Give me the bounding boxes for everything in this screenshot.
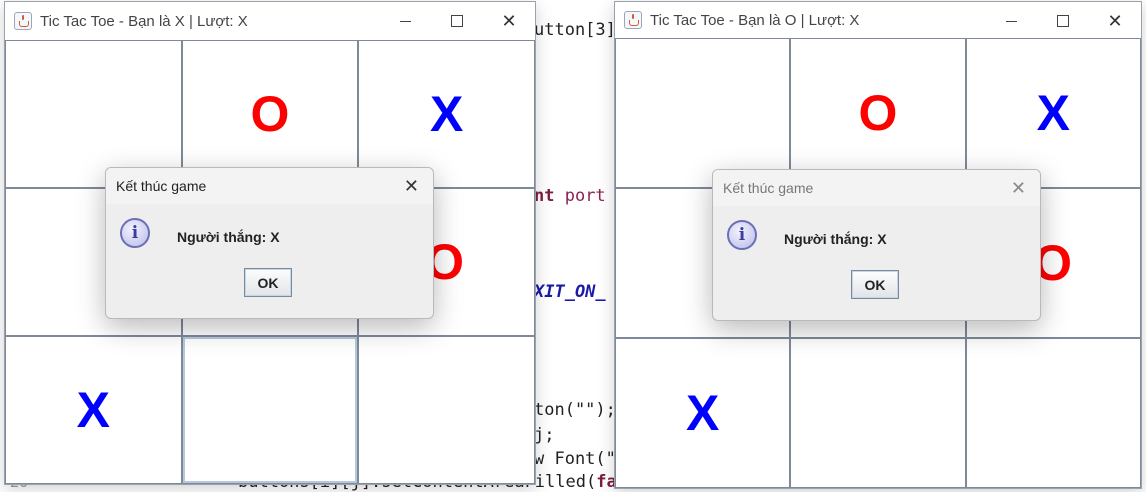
board-cell[interactable] (790, 338, 966, 488)
cell-mark: X (685, 385, 720, 441)
dialog-title: Kết thúc game (723, 180, 814, 196)
java-icon (14, 12, 32, 30)
board-cell[interactable]: X (965, 38, 1141, 188)
ok-button[interactable]: OK (244, 268, 292, 297)
information-icon: i (120, 218, 150, 248)
close-icon: ✕ (403, 176, 419, 197)
ok-button-label: OK (864, 276, 886, 293)
cell-mark: O (250, 86, 290, 142)
close-button[interactable]: ✕ (1089, 2, 1141, 40)
minimize-button[interactable] (985, 2, 1037, 40)
close-icon: ✕ (501, 10, 517, 32)
cell-mark: X (429, 86, 464, 142)
cell-mark: O (858, 85, 898, 141)
window-title: Tic Tac Toe - Bạn là O | Lượt: X (650, 11, 860, 29)
ok-button[interactable]: OK (851, 270, 899, 299)
ok-button-label: OK (257, 274, 279, 291)
code-line: utton[3] (534, 20, 616, 40)
minimize-icon (1005, 20, 1017, 22)
maximize-button[interactable] (431, 2, 483, 40)
dialog-titlebar[interactable]: Kết thúc game ✕ (713, 170, 1040, 206)
code-line: XIT_ON_ (534, 282, 606, 302)
board-cell[interactable]: X (5, 336, 182, 484)
winner-message: Người thắng: X (784, 231, 887, 247)
close-icon: ✕ (1010, 178, 1026, 199)
maximize-button[interactable] (1037, 2, 1089, 40)
maximize-icon (1057, 15, 1069, 27)
board-cell[interactable] (615, 38, 791, 188)
minimize-icon (399, 20, 411, 22)
maximize-icon (451, 15, 463, 27)
dialog-close-button[interactable]: ✕ (1011, 178, 1026, 199)
board-cell[interactable] (181, 336, 359, 484)
winner-message: Người thắng: X (177, 229, 280, 245)
java-icon (624, 11, 642, 29)
code-line: w Font(" (534, 449, 616, 469)
code-line: nt port (534, 186, 606, 206)
information-icon: i (727, 220, 757, 250)
cell-mark: X (76, 382, 110, 438)
dialog-titlebar[interactable]: Kết thúc game ✕ (106, 168, 433, 204)
game-over-dialog: Kết thúc game ✕ i Người thắng: X OK (105, 167, 434, 319)
window-titlebar[interactable]: Tic Tac Toe - Bạn là O | Lượt: X ✕ (615, 2, 1141, 38)
board-cell[interactable] (358, 336, 535, 484)
board-cell[interactable]: X (358, 40, 535, 188)
code-line: j; (534, 425, 555, 445)
window-titlebar[interactable]: Tic Tac Toe - Bạn là X | Lượt: X ✕ (5, 2, 535, 40)
board-cell[interactable] (965, 338, 1141, 488)
board-cell[interactable]: X (615, 338, 791, 488)
board-cell[interactable]: O (181, 40, 359, 188)
dialog-close-button[interactable]: ✕ (404, 176, 419, 197)
dialog-title: Kết thúc game (116, 178, 207, 194)
game-over-dialog: Kết thúc game ✕ i Người thắng: X OK (712, 169, 1041, 321)
cell-mark: X (1036, 85, 1070, 141)
minimize-button[interactable] (379, 2, 431, 40)
close-button[interactable]: ✕ (483, 2, 535, 40)
code-line: ton(""); (534, 400, 616, 420)
window-title: Tic Tac Toe - Bạn là X | Lượt: X (40, 12, 248, 30)
close-icon: ✕ (1107, 10, 1123, 32)
board-cell[interactable] (5, 40, 182, 188)
board-cell[interactable]: O (790, 38, 966, 188)
